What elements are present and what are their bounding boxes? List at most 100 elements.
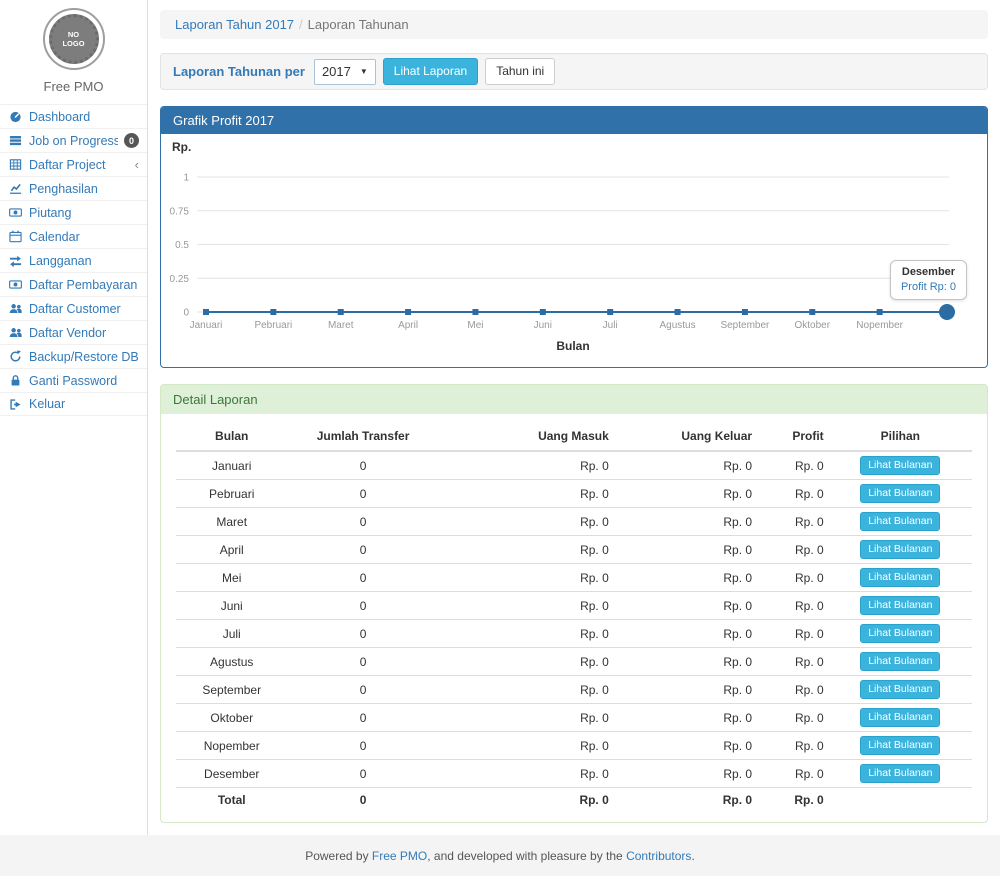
sidebar-item-label: Job on Progress	[29, 134, 118, 148]
year-select-value: 2017	[322, 64, 351, 79]
x-tick-label: Juni	[534, 320, 552, 331]
lihat-bulanan-button[interactable]: Lihat Bulanan	[860, 680, 940, 699]
data-point[interactable]	[338, 309, 344, 315]
lihat-bulanan-button[interactable]: Lihat Bulanan	[860, 708, 940, 727]
table-cell: Rp. 0	[757, 508, 829, 536]
lihat-laporan-button[interactable]: Lihat Laporan	[383, 58, 478, 84]
profit-chart[interactable]: 00.250.50.751Rp.JanuariPebruariMaretApri…	[161, 134, 987, 366]
calendar-icon	[9, 230, 23, 243]
table-row: Oktober0Rp. 0Rp. 0Rp. 0Lihat Bulanan	[176, 704, 972, 732]
y-tick-label: 0	[183, 308, 189, 319]
data-point[interactable]	[809, 309, 815, 315]
table-row: Maret0Rp. 0Rp. 0Rp. 0Lihat Bulanan	[176, 508, 972, 536]
action-cell: Lihat Bulanan	[829, 676, 972, 704]
table-row: Desember0Rp. 0Rp. 0Rp. 0Lihat Bulanan	[176, 760, 972, 788]
breadcrumb-separator: /	[299, 17, 303, 32]
sidebar-item-piutang[interactable]: Piutang	[0, 200, 147, 224]
lihat-bulanan-button[interactable]: Lihat Bulanan	[860, 484, 940, 503]
sidebar-item-daftar-pembayaran[interactable]: Daftar Pembayaran	[0, 272, 147, 296]
footer-text-prefix: Powered by	[305, 849, 372, 863]
sidebar-item-daftar-customer[interactable]: Daftar Customer	[0, 296, 147, 320]
table-cell: Oktober	[176, 704, 287, 732]
filter-label: Laporan Tahunan per	[173, 64, 305, 79]
y-axis-title: Rp.	[172, 140, 191, 154]
lihat-bulanan-button[interactable]: Lihat Bulanan	[860, 456, 940, 475]
footer-link-contributors[interactable]: Contributors	[626, 849, 691, 863]
lihat-bulanan-button[interactable]: Lihat Bulanan	[860, 624, 940, 643]
sidebar-item-label: Daftar Pembayaran	[29, 278, 139, 292]
sidebar-item-label: Piutang	[29, 206, 139, 220]
x-tick-label: April	[398, 320, 418, 331]
no-logo-badge: NO LOGO	[49, 14, 99, 64]
lihat-bulanan-button[interactable]: Lihat Bulanan	[860, 652, 940, 671]
brand-name: Free PMO	[0, 79, 147, 94]
table-cell: 0	[287, 788, 438, 812]
x-tick-label: Nopember	[856, 320, 903, 331]
column-header: Pilihan	[829, 422, 972, 451]
table-cell: Nopember	[176, 732, 287, 760]
tahun-ini-button[interactable]: Tahun ini	[485, 58, 555, 84]
sign-out-icon	[9, 398, 23, 411]
sidebar-item-backup-restore-db[interactable]: Backup/Restore DB	[0, 344, 147, 368]
table-row: April0Rp. 0Rp. 0Rp. 0Lihat Bulanan	[176, 536, 972, 564]
lihat-bulanan-button[interactable]: Lihat Bulanan	[860, 764, 940, 783]
sidebar-item-calendar[interactable]: Calendar	[0, 224, 147, 248]
footer-text-suffix: .	[691, 849, 694, 863]
table-row: Pebruari0Rp. 0Rp. 0Rp. 0Lihat Bulanan	[176, 480, 972, 508]
data-point[interactable]	[675, 309, 681, 315]
table-row: Agustus0Rp. 0Rp. 0Rp. 0Lihat Bulanan	[176, 648, 972, 676]
table-cell: Rp. 0	[439, 480, 614, 508]
retweet-icon	[9, 254, 23, 267]
data-point[interactable]	[472, 309, 478, 315]
lihat-bulanan-button[interactable]: Lihat Bulanan	[860, 568, 940, 587]
table-cell: Rp. 0	[757, 536, 829, 564]
sidebar-item-daftar-project[interactable]: Daftar Project‹	[0, 152, 147, 176]
sidebar-item-ganti-password[interactable]: Ganti Password	[0, 368, 147, 392]
breadcrumb: Laporan Tahun 2017/Laporan Tahunan	[160, 10, 988, 39]
action-cell: Lihat Bulanan	[829, 732, 972, 760]
action-cell: Lihat Bulanan	[829, 508, 972, 536]
sidebar-item-daftar-vendor[interactable]: Daftar Vendor	[0, 320, 147, 344]
data-point[interactable]	[607, 309, 613, 315]
year-select[interactable]: 2017 ▼	[314, 59, 376, 85]
table-cell: Rp. 0	[439, 564, 614, 592]
sidebar-item-penghasilan[interactable]: Penghasilan	[0, 176, 147, 200]
lihat-bulanan-button[interactable]: Lihat Bulanan	[860, 736, 940, 755]
lihat-bulanan-button[interactable]: Lihat Bulanan	[860, 512, 940, 531]
table-cell: April	[176, 536, 287, 564]
table-cell: Rp. 0	[614, 620, 757, 648]
sidebar-item-label: Daftar Vendor	[29, 326, 139, 340]
table-cell: Rp. 0	[757, 451, 829, 480]
table-header-row: BulanJumlah TransferUang MasukUang Kelua…	[176, 422, 972, 451]
lihat-bulanan-button[interactable]: Lihat Bulanan	[860, 596, 940, 615]
sidebar-item-keluar[interactable]: Keluar	[0, 392, 147, 416]
table-cell: 0	[287, 480, 438, 508]
data-point[interactable]	[540, 309, 546, 315]
sidebar-item-dashboard[interactable]: Dashboard	[0, 104, 147, 128]
data-point[interactable]	[270, 309, 276, 315]
table-cell: Rp. 0	[757, 564, 829, 592]
table-cell: Rp. 0	[757, 704, 829, 732]
table-cell: Rp. 0	[614, 451, 757, 480]
table-cell: Rp. 0	[439, 451, 614, 480]
table-cell: Rp. 0	[614, 704, 757, 732]
column-header: Bulan	[176, 422, 287, 451]
table-cell: Rp. 0	[614, 508, 757, 536]
sidebar-item-job-on-progress[interactable]: Job on Progress0	[0, 128, 147, 152]
table-row: Juli0Rp. 0Rp. 0Rp. 0Lihat Bulanan	[176, 620, 972, 648]
data-point[interactable]	[742, 309, 748, 315]
footer-link-free-pmo[interactable]: Free PMO	[372, 849, 427, 863]
chart-body: 00.250.50.751Rp.JanuariPebruariMaretApri…	[161, 134, 987, 367]
total-row: Total0Rp. 0Rp. 0Rp. 0	[176, 788, 972, 812]
x-tick-label: Agustus	[659, 320, 695, 331]
data-point[interactable]	[405, 309, 411, 315]
table-cell: Rp. 0	[439, 620, 614, 648]
data-point[interactable]	[877, 309, 883, 315]
column-header: Uang Masuk	[439, 422, 614, 451]
lihat-bulanan-button[interactable]: Lihat Bulanan	[860, 540, 940, 559]
sidebar-item-langganan[interactable]: Langganan	[0, 248, 147, 272]
footer-text-middle: , and developed with pleasure by the	[427, 849, 626, 863]
data-point[interactable]	[203, 309, 209, 315]
breadcrumb-link-laporan-tahun[interactable]: Laporan Tahun 2017	[175, 17, 294, 32]
data-point-active[interactable]	[939, 304, 955, 320]
